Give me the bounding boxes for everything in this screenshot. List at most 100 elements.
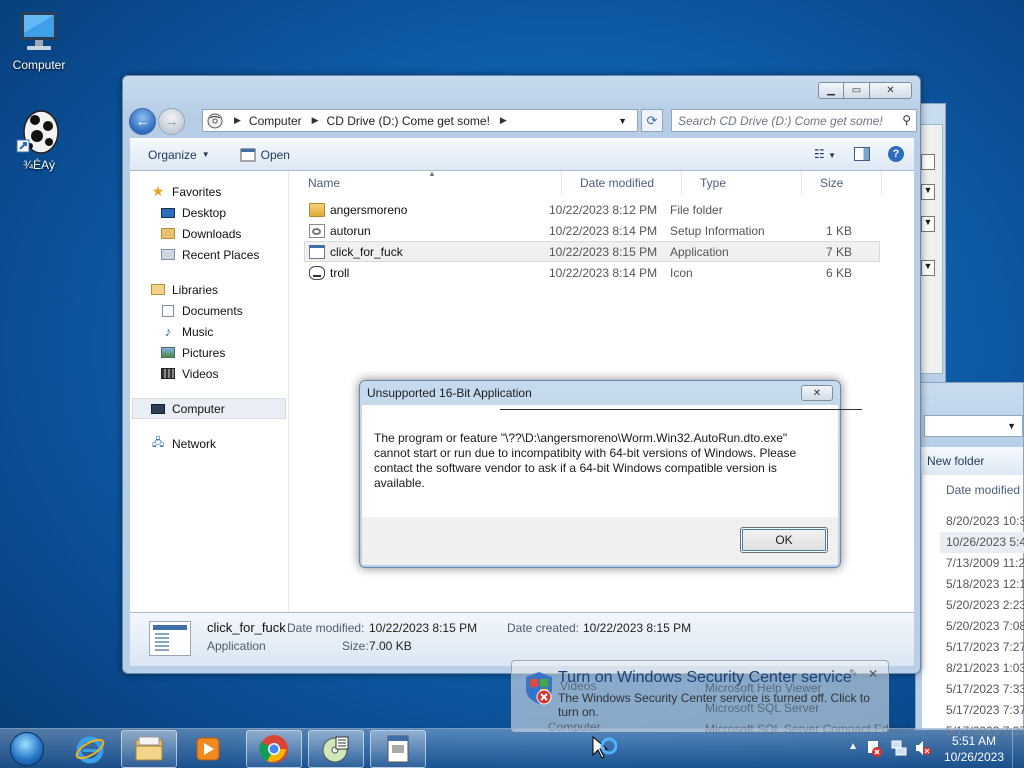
divider: [500, 409, 862, 410]
nav-desktop[interactable]: Desktop: [130, 202, 288, 223]
file-name: autorun: [330, 223, 371, 238]
nav-label: Videos: [182, 366, 219, 381]
taskbar-document-app[interactable]: [370, 730, 426, 768]
date-cell: 5/17/2023 7:27: [946, 640, 1024, 654]
address-dropdown-icon[interactable]: ▼: [924, 415, 1023, 437]
close-button[interactable]: ✕: [870, 82, 912, 99]
background-explorer-window[interactable]: ▼ New folder Date modified 8/20/2023 10:…: [915, 382, 1024, 738]
date-cell: 5/20/2023 7:08: [946, 619, 1024, 633]
show-desktop-button[interactable]: [1012, 729, 1024, 768]
explorer-window[interactable]: ▁ ▭ ✕ ← → ▶ Computer ▶ CD Drive (D:) Com…: [122, 75, 921, 674]
nav-favorites[interactable]: ★ Favorites: [130, 181, 288, 202]
maximize-button[interactable]: ▭: [844, 82, 870, 99]
system-clock[interactable]: 5:51 AM 10/26/2023: [944, 733, 1004, 765]
column-name[interactable]: Name ▲: [290, 169, 562, 195]
file-size: 6 KB: [825, 265, 852, 280]
nav-recent-places[interactable]: Recent Places: [130, 244, 288, 265]
cd-burn-icon: [322, 736, 349, 763]
taskbar-internet-explorer[interactable]: [62, 730, 118, 768]
dropdown-icon[interactable]: ▼: [921, 260, 935, 276]
back-button[interactable]: ←: [129, 107, 156, 135]
pin-icon[interactable]: ✎: [849, 667, 858, 680]
help-icon[interactable]: ?: [888, 146, 904, 162]
show-hidden-icons-icon[interactable]: ▲: [848, 741, 858, 752]
taskbar-chrome[interactable]: [246, 730, 302, 768]
nav-music[interactable]: ♪ Music: [130, 321, 288, 342]
recent-places-icon: [160, 248, 176, 262]
balloon-close-icon[interactable]: ✕: [868, 667, 878, 681]
column-date-header[interactable]: Date modified: [946, 483, 1020, 497]
start-button[interactable]: [4, 730, 50, 768]
music-icon: ♪: [164, 324, 172, 339]
details-modified-value: 10/22/2023 8:15 PM: [369, 621, 478, 635]
taskbar-cd-burner[interactable]: [308, 730, 364, 768]
chrome-icon: [259, 735, 288, 763]
date-cell: 5/17/2023 7:37: [946, 703, 1024, 717]
computer-icon: [150, 402, 166, 416]
taskbar-windows-explorer[interactable]: [121, 730, 177, 768]
nav-downloads[interactable]: Downloads: [130, 223, 288, 244]
date-cell: 5/17/2023 7:33: [946, 682, 1024, 696]
breadcrumb-arrow-icon[interactable]: ▶: [500, 115, 507, 126]
file-row[interactable]: troll 10/22/2023 8:14 PM Icon 6 KB: [304, 262, 880, 283]
nav-label: Pictures: [182, 345, 226, 360]
dialog-close-button[interactable]: ✕: [801, 385, 833, 401]
dropdown-icon[interactable]: ▼: [921, 216, 935, 232]
refresh-button[interactable]: ⟳: [641, 109, 663, 132]
nav-label: Libraries: [172, 282, 219, 297]
network-icon: 🖧: [151, 437, 165, 449]
ok-button[interactable]: OK: [740, 527, 828, 553]
column-type[interactable]: Type: [682, 171, 802, 195]
date-cell: 5/18/2023 12:19: [946, 577, 1024, 591]
breadcrumb-arrow-icon[interactable]: ▶: [312, 115, 319, 126]
file-size: 1 KB: [825, 223, 852, 238]
file-row-selected[interactable]: click_for_fuck 10/22/2023 8:15 PM Applic…: [304, 241, 880, 262]
address-bar[interactable]: ▶ Computer ▶ CD Drive (D:) Come get some…: [202, 109, 638, 132]
new-folder-button[interactable]: New folder: [916, 447, 1023, 475]
network-tray-icon[interactable]: [890, 739, 908, 760]
column-label: Date modified: [580, 176, 655, 190]
nav-videos[interactable]: Videos: [130, 363, 288, 384]
open-button[interactable]: Open: [240, 148, 290, 162]
desktop-icon-shortcut[interactable]: ¾ÉAý: [4, 108, 74, 172]
breadcrumb-cd-drive[interactable]: CD Drive (D:) Come get some!: [327, 114, 490, 128]
balloon-title: Turn on Windows Security Center service: [558, 669, 852, 686]
desktop-icon-computer[interactable]: Computer: [4, 8, 74, 72]
action-center-alert-icon[interactable]: [866, 739, 882, 760]
unsupported-16bit-dialog[interactable]: Unsupported 16-Bit Application ✕ The pro…: [359, 380, 862, 568]
nav-network[interactable]: 🖧 Network: [130, 433, 288, 454]
file-row[interactable]: angersmoreno 10/22/2023 8:12 PM File fol…: [304, 199, 880, 220]
breadcrumb-computer[interactable]: Computer: [249, 114, 302, 128]
nav-libraries[interactable]: Libraries: [130, 279, 288, 300]
nav-pictures[interactable]: Pictures: [130, 342, 288, 363]
details-size-value: 7.00 KB: [369, 639, 412, 653]
taskbar-media-player[interactable]: [180, 730, 236, 768]
file-row[interactable]: autorun 10/22/2023 8:14 PM Setup Informa…: [304, 220, 880, 241]
forward-button[interactable]: →: [158, 107, 185, 135]
minimize-button[interactable]: ▁: [818, 82, 844, 99]
downloads-folder-icon: [160, 227, 176, 241]
dropdown-icon[interactable]: ▼: [921, 184, 935, 200]
nav-documents[interactable]: Documents: [130, 300, 288, 321]
search-input[interactable]: Search CD Drive (D:) Come get some! ⚲: [671, 109, 917, 132]
view-options-icon[interactable]: ☷ ▼: [814, 147, 836, 161]
file-type: File folder: [670, 202, 723, 217]
search-icon[interactable]: ⚲: [902, 113, 911, 127]
details-created-value: 10/22/2023 8:15 PM: [583, 621, 692, 635]
organize-button[interactable]: Organize ▼: [148, 148, 210, 162]
sort-up-icon: ▲: [428, 169, 436, 178]
volume-muted-icon[interactable]: [914, 739, 932, 760]
date-cell: 7/13/2009 11:20: [946, 556, 1024, 570]
security-center-balloon[interactable]: Videos Microsoft Help Viewer Microsoft S…: [511, 660, 911, 736]
address-dropdown-icon[interactable]: ▼: [618, 116, 627, 126]
column-date[interactable]: Date modified: [562, 171, 682, 195]
nav-label: Documents: [182, 303, 243, 318]
nav-computer[interactable]: Computer: [132, 398, 286, 419]
clock-date: 10/26/2023: [943, 750, 1004, 764]
preview-pane-icon[interactable]: [854, 147, 870, 161]
breadcrumb-arrow-icon[interactable]: ▶: [234, 115, 241, 126]
column-size[interactable]: Size: [802, 171, 882, 195]
file-type: Icon: [670, 265, 693, 280]
file-date: 10/22/2023 8:14 PM: [549, 223, 658, 238]
details-pane: click_for_fuck Application Date modified…: [130, 612, 914, 666]
